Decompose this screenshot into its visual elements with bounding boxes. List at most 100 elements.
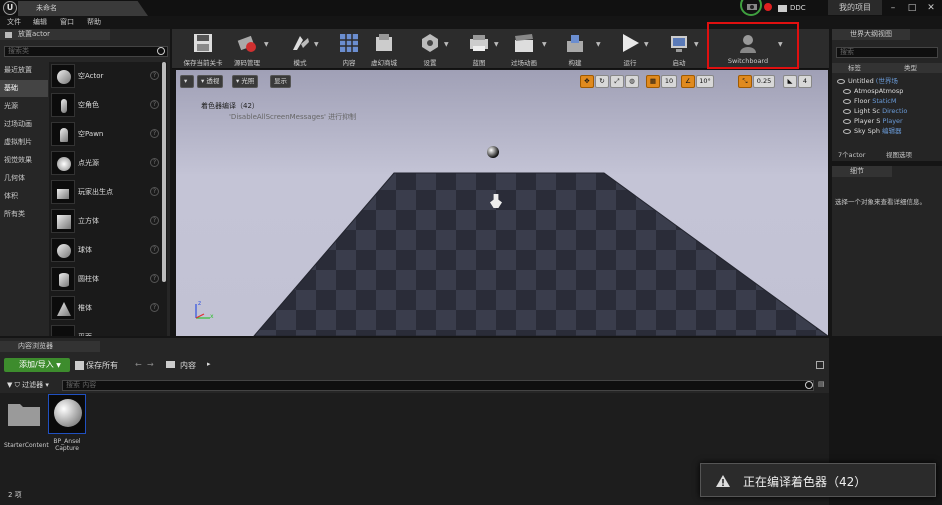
blueprints-dropdown-icon[interactable]: ▼ bbox=[494, 41, 499, 48]
actor-list-scrollbar[interactable] bbox=[162, 62, 166, 282]
asset-tile-starter-content[interactable]: StarterContent bbox=[4, 396, 49, 456]
category-geometry[interactable]: 几何体 bbox=[0, 170, 48, 187]
show-button[interactable]: 显示 bbox=[270, 75, 291, 88]
category-cinematic[interactable]: 过场动画 bbox=[0, 116, 48, 133]
source-control-button[interactable]: 源码管理 bbox=[230, 29, 264, 69]
launch-button[interactable]: 启动 bbox=[664, 29, 694, 69]
actor-item-sphere[interactable]: 球体 ? bbox=[49, 236, 161, 265]
play-button[interactable]: 运行 bbox=[616, 29, 644, 69]
actor-item-cone[interactable]: 椎体 ? bbox=[49, 294, 161, 323]
source-control-dropdown-icon[interactable]: ▼ bbox=[264, 41, 269, 48]
launch-dropdown-icon[interactable]: ▼ bbox=[694, 41, 699, 48]
outliner-row[interactable]: Player S Player bbox=[832, 116, 942, 126]
minimize-button[interactable]: – bbox=[884, 1, 902, 15]
details-tab[interactable]: 细节 bbox=[832, 166, 892, 177]
rotate-tool-icon[interactable]: ↻ bbox=[595, 75, 609, 88]
menu-edit[interactable]: 编辑 bbox=[33, 16, 47, 28]
translate-tool-icon[interactable]: ✥ bbox=[580, 75, 594, 88]
content-search-input[interactable]: 搜索 内容 bbox=[62, 380, 814, 391]
menu-file[interactable]: 文件 bbox=[7, 16, 21, 28]
category-virtual-production[interactable]: 虚拟制片 bbox=[0, 134, 48, 151]
rotation-snap-icon[interactable]: ∠ bbox=[681, 75, 695, 88]
scale-snap-value[interactable]: 0.25 bbox=[753, 75, 775, 88]
menu-window[interactable]: 窗口 bbox=[60, 16, 74, 28]
path-breadcrumb[interactable]: 内容 bbox=[180, 360, 196, 371]
help-icon[interactable]: ? bbox=[150, 245, 159, 254]
help-icon[interactable]: ? bbox=[150, 274, 159, 283]
camera-speed-icon[interactable]: ◣ bbox=[783, 75, 797, 88]
help-icon[interactable]: ? bbox=[150, 100, 159, 109]
modes-button[interactable]: 模式 bbox=[282, 29, 318, 69]
eye-icon[interactable] bbox=[837, 78, 845, 84]
outliner-row[interactable]: Untitled (世界场 bbox=[832, 76, 942, 86]
level-tab[interactable]: 未命名 bbox=[18, 1, 148, 16]
asset-tile-bp-ansel-capture[interactable] bbox=[48, 394, 86, 434]
unreal-logo-icon[interactable]: U bbox=[3, 1, 17, 15]
play-dropdown-icon[interactable]: ▼ bbox=[644, 41, 649, 48]
level-viewport[interactable]: ▾ ▾ 透视 ▾ 光照 显示 ✥ ↻ ⤢ ◍ ▦ 10 ∠ 10° ⤡ 0.25… bbox=[176, 70, 828, 336]
help-icon[interactable]: ? bbox=[150, 129, 159, 138]
category-basic[interactable]: 基础 bbox=[0, 80, 48, 97]
scale-tool-icon[interactable]: ⤢ bbox=[610, 75, 624, 88]
help-icon[interactable]: ? bbox=[150, 187, 159, 196]
grid-snap-icon[interactable]: ▦ bbox=[646, 75, 660, 88]
save-level-button[interactable]: 保存当前关卡 bbox=[176, 29, 230, 69]
close-button[interactable]: ✕ bbox=[922, 1, 940, 15]
eye-icon[interactable] bbox=[843, 98, 851, 104]
cinematics-dropdown-icon[interactable]: ▼ bbox=[542, 41, 547, 48]
build-dropdown-icon[interactable]: ▼ bbox=[596, 41, 601, 48]
content-browser-tab[interactable]: 内容浏览器 bbox=[0, 341, 100, 352]
blueprints-button[interactable]: 蓝图 bbox=[464, 29, 494, 69]
class-search-input[interactable]: 搜索类 bbox=[4, 46, 168, 57]
add-import-button[interactable]: 添加/导入 ▼ bbox=[4, 358, 70, 372]
eye-icon[interactable] bbox=[843, 118, 851, 124]
content-button[interactable]: 内容 bbox=[334, 29, 364, 69]
lit-button[interactable]: ▾ 光照 bbox=[232, 75, 259, 88]
outliner-search-input[interactable]: 搜索 bbox=[836, 47, 938, 58]
world-space-icon[interactable]: ◍ bbox=[625, 75, 639, 88]
outliner-row[interactable]: Sky Sph 编辑器 bbox=[832, 126, 942, 136]
camera-speed-value[interactable]: 4 bbox=[798, 75, 812, 88]
category-recent[interactable]: 最近放置 bbox=[0, 62, 48, 79]
category-volumes[interactable]: 体积 bbox=[0, 188, 48, 205]
actor-item-player-start[interactable]: 玩家出生点 ? bbox=[49, 178, 161, 207]
build-button[interactable]: 构建 bbox=[560, 29, 590, 69]
place-actor-tab[interactable]: 放置actor bbox=[0, 29, 110, 40]
help-icon[interactable]: ? bbox=[150, 303, 159, 312]
actor-item-empty-actor[interactable]: 空Actor ? bbox=[49, 62, 161, 91]
viewport-options-button[interactable]: ▾ bbox=[180, 75, 194, 88]
settings-dropdown-icon[interactable]: ▼ bbox=[444, 41, 449, 48]
column-type[interactable]: 类型 bbox=[904, 63, 917, 73]
settings-button[interactable]: 设置 bbox=[416, 29, 444, 69]
actor-item-cylinder[interactable]: 圆柱体 ? bbox=[49, 265, 161, 294]
category-all-classes[interactable]: 所有类 bbox=[0, 206, 48, 223]
actor-item-point-light[interactable]: 点光源 ? bbox=[49, 149, 161, 178]
search-options-icon[interactable]: ▤ bbox=[818, 380, 825, 388]
actor-item-plane[interactable]: 平面 bbox=[49, 323, 161, 336]
actor-item-empty-character[interactable]: 空角色 ? bbox=[49, 91, 161, 120]
eye-icon[interactable] bbox=[843, 108, 851, 114]
rotation-snap-value[interactable]: 10° bbox=[696, 75, 714, 88]
source-control-icon[interactable] bbox=[746, 2, 758, 14]
eye-icon[interactable] bbox=[843, 128, 851, 134]
eye-icon[interactable] bbox=[843, 88, 851, 94]
actor-item-empty-pawn[interactable]: 空Pawn ? bbox=[49, 120, 161, 149]
outliner-row[interactable]: Light Sc Directio bbox=[832, 106, 942, 116]
nav-back-icon[interactable]: ← bbox=[135, 360, 142, 369]
filters-button[interactable]: ▼ ⛉ 过滤器 ▾ bbox=[7, 380, 49, 390]
modes-dropdown-icon[interactable]: ▼ bbox=[314, 41, 319, 48]
world-outliner-tab[interactable]: 世界大纲视图 bbox=[832, 29, 910, 40]
scale-snap-icon[interactable]: ⤡ bbox=[738, 75, 752, 88]
marketplace-button[interactable]: 虚幻商城 bbox=[366, 29, 402, 69]
column-label[interactable]: 标签 bbox=[848, 63, 861, 73]
path-chevron-icon[interactable]: ▸ bbox=[207, 360, 211, 368]
maximize-button[interactable]: □ bbox=[903, 1, 921, 15]
help-icon[interactable]: ? bbox=[150, 158, 159, 167]
sky-sphere-icon[interactable] bbox=[487, 146, 499, 158]
grid-snap-value[interactable]: 10 bbox=[661, 75, 677, 88]
outliner-row[interactable]: Floor StaticM bbox=[832, 96, 942, 106]
actor-item-cube[interactable]: 立方体 ? bbox=[49, 207, 161, 236]
category-visual-effects[interactable]: 视觉效果 bbox=[0, 152, 48, 169]
category-lights[interactable]: 光源 bbox=[0, 98, 48, 115]
save-all-button[interactable]: 保存所有 bbox=[75, 360, 118, 371]
